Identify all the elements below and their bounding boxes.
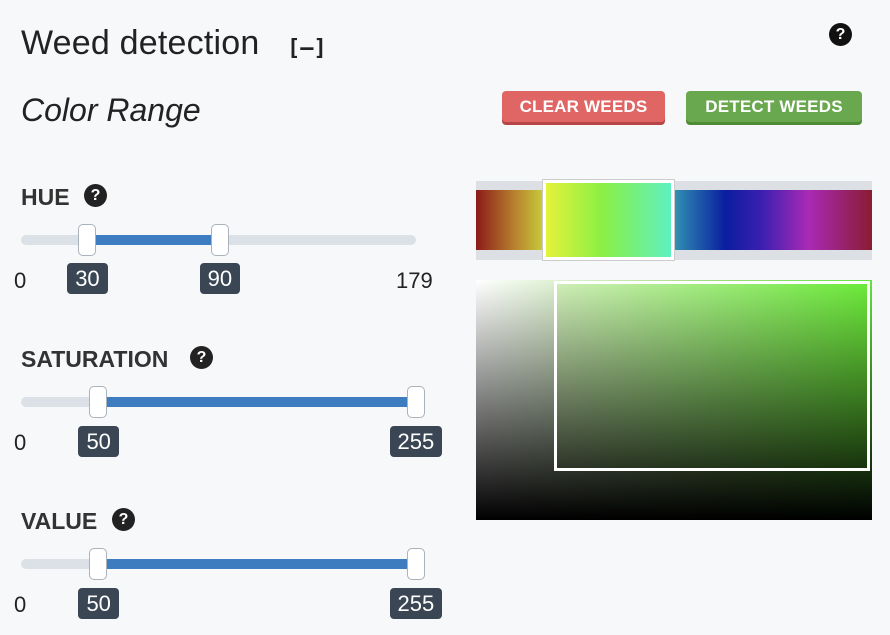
saturation-low-handle[interactable] bbox=[89, 386, 108, 418]
value-low-value: 50 bbox=[78, 588, 119, 619]
saturation-label: SATURATION bbox=[21, 346, 169, 372]
hue-high-value: 90 bbox=[199, 263, 241, 294]
value-high-handle[interactable] bbox=[407, 548, 425, 580]
value-low-handle[interactable] bbox=[89, 548, 108, 580]
widget-title: Weed detection bbox=[21, 24, 260, 62]
detect-weeds-button[interactable]: DETECT WEEDS bbox=[686, 91, 862, 122]
value-min-label: 0 bbox=[14, 592, 27, 617]
saturation-value-selected-range bbox=[554, 281, 870, 471]
help-icon[interactable]: ? bbox=[829, 23, 852, 46]
value-slider-track[interactable] bbox=[21, 559, 416, 569]
hue-high-handle[interactable] bbox=[210, 224, 229, 256]
hue-low-value: 30 bbox=[67, 263, 108, 294]
value-slider-range bbox=[98, 559, 416, 569]
hue-low-handle[interactable] bbox=[78, 224, 97, 256]
saturation-slider-range bbox=[98, 397, 416, 407]
saturation-min-label: 0 bbox=[14, 430, 27, 455]
saturation-high-handle[interactable] bbox=[407, 386, 425, 418]
section-title: Color Range bbox=[21, 92, 201, 128]
hue-min-label: 0 bbox=[14, 268, 27, 293]
value-label: VALUE bbox=[21, 508, 98, 534]
saturation-low-value: 50 bbox=[78, 426, 119, 457]
collapse-toggle[interactable]: [–] bbox=[287, 36, 327, 61]
hue-help-icon[interactable]: ? bbox=[84, 184, 107, 207]
hue-preview-strip bbox=[476, 190, 872, 250]
hue-slider-range bbox=[87, 235, 220, 245]
value-high-value: 255 bbox=[389, 588, 443, 619]
hue-max-label: 179 bbox=[396, 268, 433, 293]
saturation-help-icon[interactable]: ? bbox=[190, 346, 213, 369]
clear-weeds-button[interactable]: CLEAR WEEDS bbox=[502, 91, 665, 122]
saturation-high-value: 255 bbox=[389, 426, 443, 457]
hue-label: HUE bbox=[21, 184, 70, 210]
hue-selected-range bbox=[543, 180, 674, 260]
value-help-icon[interactable]: ? bbox=[112, 508, 135, 531]
saturation-slider-track[interactable] bbox=[21, 397, 416, 407]
